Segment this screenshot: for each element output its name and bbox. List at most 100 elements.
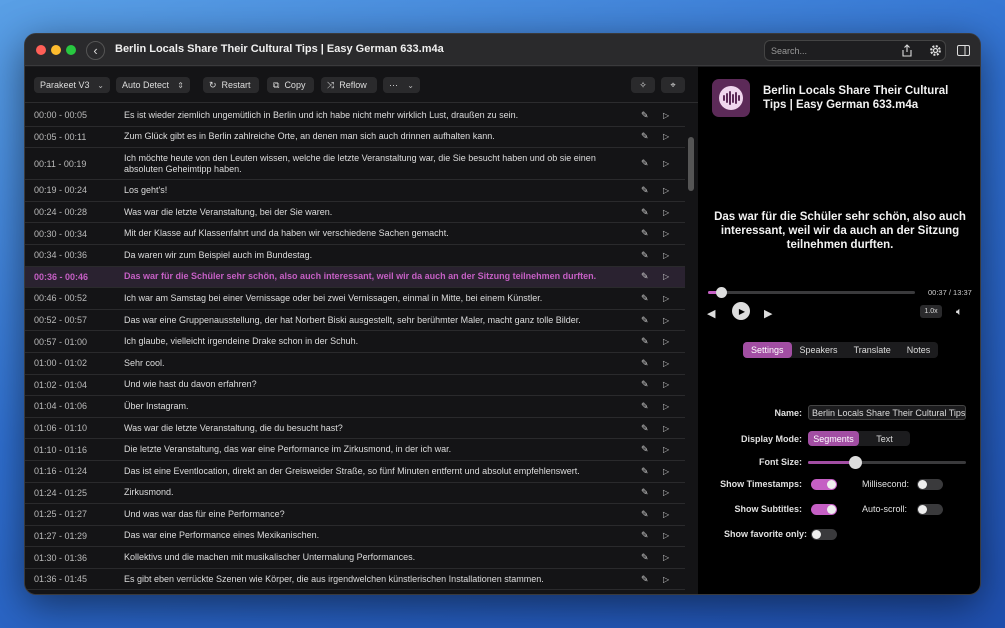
progress-bar[interactable] [708,287,915,298]
play-icon[interactable]: ▷ [663,402,669,411]
back-button[interactable]: ‹ [86,41,105,60]
auto-scroll-toggle[interactable] [917,504,943,515]
transcript-row[interactable]: 01:00 - 01:02 Sehr cool. ✎ ▷ [25,353,685,375]
pencil-icon[interactable]: ✎ [641,185,649,196]
transcript-row[interactable]: 01:27 - 01:29 Das war eine Performance ei… [25,526,685,548]
play-icon[interactable]: ▷ [663,132,669,141]
tab-settings[interactable]: Settings [743,342,792,358]
play-icon[interactable]: ▷ [663,229,669,238]
pencil-icon[interactable]: ✎ [641,293,649,304]
play-icon[interactable]: ▷ [663,445,669,454]
search-field[interactable] [764,40,946,61]
play-icon[interactable]: ▷ [663,251,669,260]
millisecond-toggle[interactable] [917,479,943,490]
model-select[interactable]: Parakeet V3 ⌄ [34,77,110,93]
pencil-icon[interactable]: ✎ [641,336,649,347]
play-icon[interactable]: ▷ [663,272,669,281]
language-select[interactable]: Auto Detect ⇕ [116,77,190,93]
transcript-row[interactable]: 00:19 - 00:24 Los geht's! ✎ ▷ [25,180,685,202]
pencil-icon[interactable]: ✎ [641,131,649,142]
play-icon[interactable]: ▷ [663,510,669,519]
transcript-row[interactable]: 01:36 - 01:45 Es gibt eben verrückte Szen… [25,569,685,591]
pencil-icon[interactable]: ✎ [641,466,649,477]
play-icon[interactable]: ▷ [663,575,669,584]
pencil-icon[interactable]: ✎ [641,271,649,282]
pencil-icon[interactable]: ✎ [641,574,649,585]
transcript-row[interactable]: 01:25 - 01:27 Und was war das für eine Pe… [25,504,685,526]
restart-button[interactable]: ↻ Restart [203,77,259,93]
transcript-row[interactable]: 01:24 - 01:25 Zirkusmond. ✎ ▷ [25,483,685,505]
more-menu-button[interactable]: ··· ⌄ [383,77,420,93]
font-size-slider[interactable] [808,456,966,469]
transcript-row[interactable]: 01:06 - 01:10 Was war die letzte Veransta… [25,418,685,440]
transcript-row[interactable]: 00:46 - 00:52 Ich war am Samstag bei eine… [25,288,685,310]
transcript-row[interactable]: 00:34 - 00:36 Da waren wir zum Beispiel a… [25,245,685,267]
transcript-row[interactable]: 00:00 - 00:05 Es ist wieder ziemlich unge… [25,105,685,127]
play-icon[interactable]: ▷ [663,467,669,476]
play-icon[interactable]: ▷ [663,553,669,562]
volume-icon[interactable]: 🔈︎ [956,306,963,319]
pencil-icon[interactable]: ✎ [641,530,649,541]
zoom-window-button[interactable] [66,45,76,55]
pencil-icon[interactable]: ✎ [641,423,649,434]
pencil-icon[interactable]: ✎ [641,401,649,412]
pencil-icon[interactable]: ✎ [641,250,649,261]
transcript-row[interactable]: 01:16 - 01:24 Das ist eine Eventlocation,… [25,461,685,483]
show-subtitles-toggle[interactable] [811,504,837,515]
gear-icon[interactable] [927,42,943,58]
play-icon[interactable]: ▷ [663,111,669,120]
search-input[interactable] [771,45,891,56]
transcript-row[interactable]: 01:30 - 01:36 Kollektivs und die machen m… [25,547,685,569]
play-icon[interactable]: ▷ [663,208,669,217]
magic-button[interactable]: ✧ [631,77,655,93]
transcript-row[interactable]: 00:57 - 01:00 Ich glaube, vielleicht irge… [25,331,685,353]
show-timestamps-toggle[interactable] [811,479,837,490]
pencil-icon[interactable]: ✎ [641,444,649,455]
play-button[interactable]: ▶ [732,302,750,320]
play-icon[interactable]: ▷ [663,488,669,497]
transcript-row[interactable]: 00:11 - 00:19 Ich möchte heute von den Le… [25,148,685,181]
minimize-window-button[interactable] [51,45,61,55]
pencil-icon[interactable]: ✎ [641,552,649,563]
play-icon[interactable]: ▷ [663,186,669,195]
skip-back-icon[interactable]: ◀ [707,307,715,320]
play-icon[interactable]: ▷ [663,159,669,168]
transcript-row[interactable]: 00:36 - 00:46 Das war für die Schüler seh… [25,266,685,289]
play-icon[interactable]: ▷ [663,424,669,433]
play-icon[interactable]: ▷ [663,531,669,540]
tab-translate[interactable]: Translate [846,342,899,358]
pencil-icon[interactable]: ✎ [641,358,649,369]
transcript-row[interactable]: 01:10 - 01:16 Die letzte Veranstaltung, d… [25,439,685,461]
transcript-row[interactable]: 00:24 - 00:28 Was war die letzte Veransta… [25,202,685,224]
transcript-row[interactable]: 01:04 - 01:06 Über Instagram. ✎ ▷ [25,396,685,418]
pencil-icon[interactable]: ✎ [641,110,649,121]
pencil-icon[interactable]: ✎ [641,158,649,169]
sidebar-toggle-icon[interactable] [955,42,971,58]
pencil-icon[interactable]: ✎ [641,315,649,326]
play-icon[interactable]: ▷ [663,316,669,325]
scrollbar[interactable] [688,137,694,191]
font-size-knob[interactable] [849,456,863,469]
pencil-icon[interactable]: ✎ [641,487,649,498]
progress-knob[interactable] [716,287,728,298]
play-icon[interactable]: ▷ [663,337,669,346]
close-window-button[interactable] [36,45,46,55]
name-field[interactable]: Berlin Locals Share Their Cultural Tips … [808,405,966,420]
pencil-icon[interactable]: ✎ [641,379,649,390]
tab-speakers[interactable]: Speakers [792,342,846,358]
pencil-icon[interactable]: ✎ [641,509,649,520]
speed-button[interactable]: 1.0x [920,305,942,318]
locate-button[interactable]: ⌖ [661,77,685,93]
skip-forward-icon[interactable]: ▶ [764,307,772,320]
pencil-icon[interactable]: ✎ [641,228,649,239]
pencil-icon[interactable]: ✎ [641,207,649,218]
share-icon[interactable] [899,42,915,58]
show-favorite-toggle[interactable] [811,529,837,540]
transcript-row[interactable]: 00:05 - 00:11 Zum Glück gibt es in Berlin… [25,127,685,149]
display-mode-segments[interactable]: Segments [808,431,859,446]
display-mode-text[interactable]: Text [859,431,910,446]
play-icon[interactable]: ▷ [663,294,669,303]
transcript-row[interactable]: 00:30 - 00:34 Mit der Klasse auf Klassenf… [25,223,685,245]
tab-notes[interactable]: Notes [899,342,939,358]
transcript-row[interactable]: 01:02 - 01:04 Und wie hast du davon erfah… [25,375,685,397]
